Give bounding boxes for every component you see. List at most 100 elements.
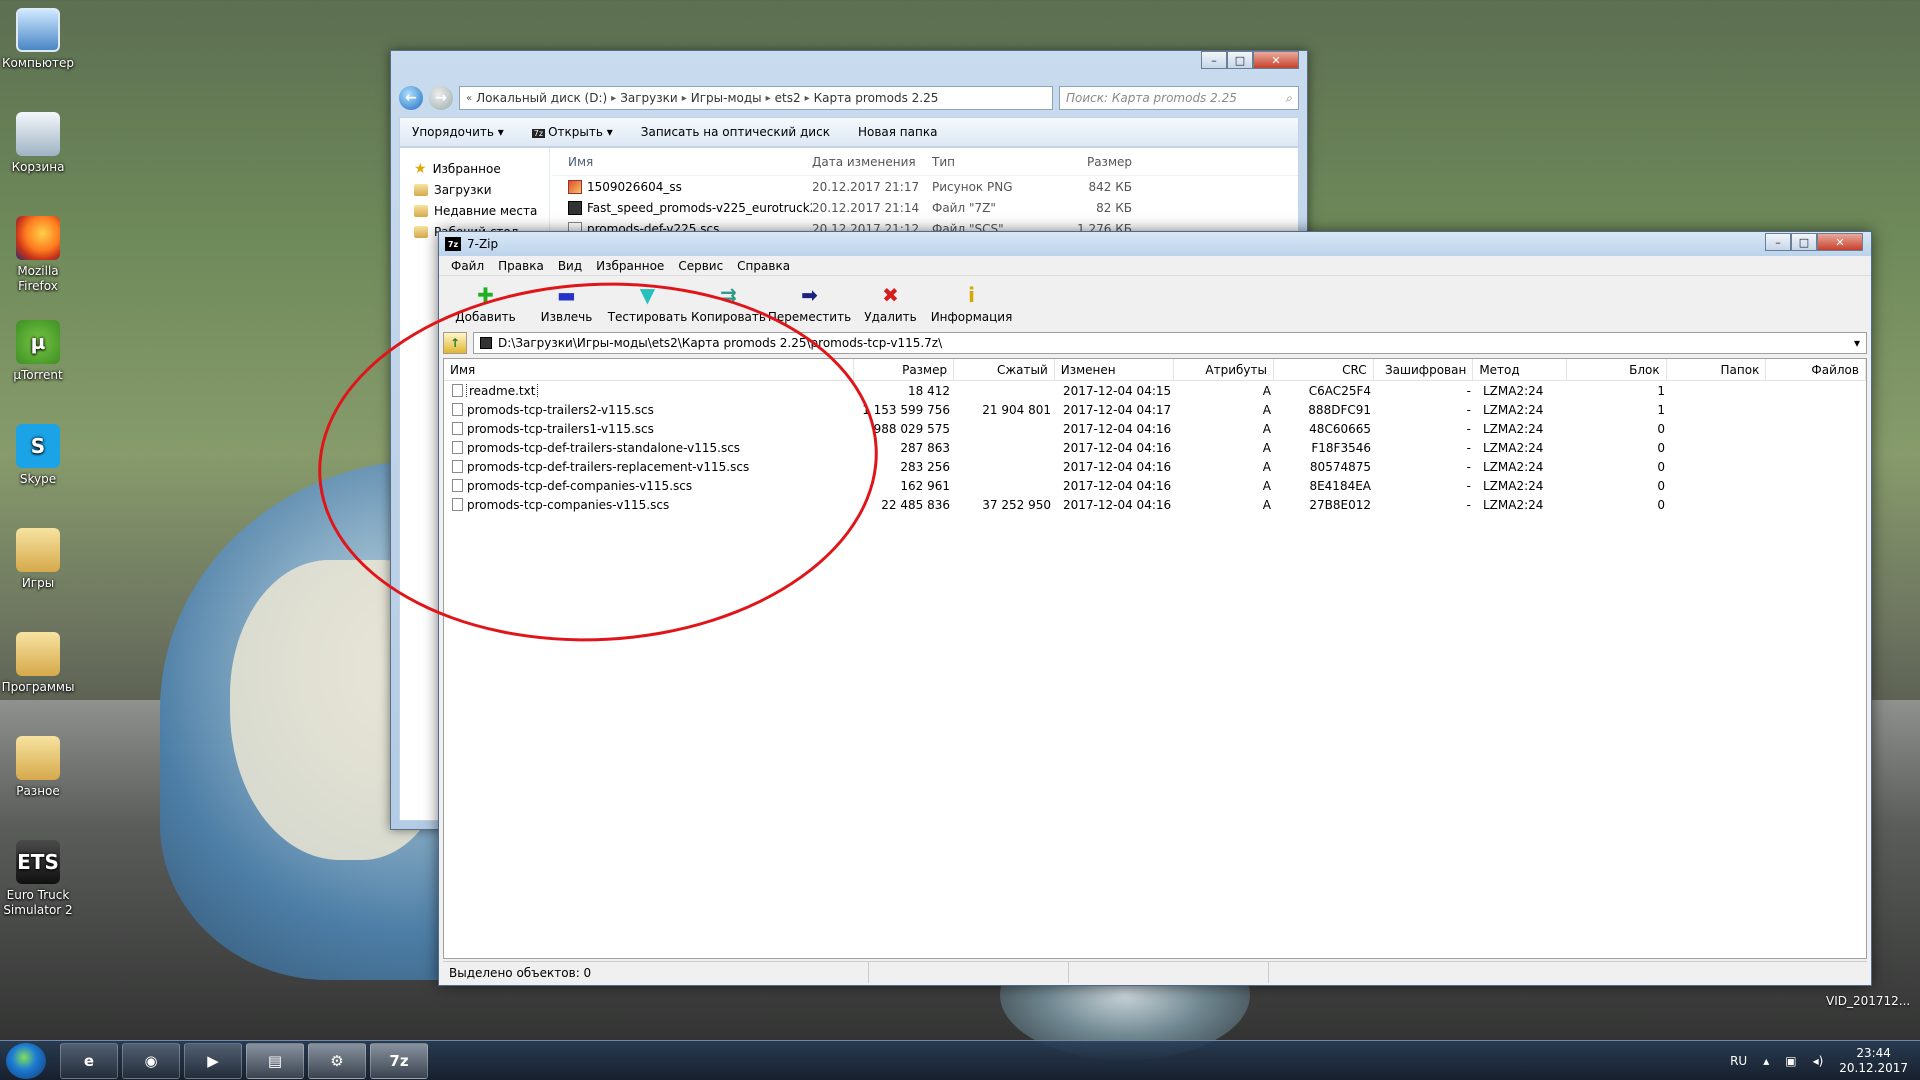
menu-item[interactable]: Сервис [678,259,723,273]
new-folder-button[interactable]: Новая папка [858,125,937,139]
desktop-icon[interactable]: Компьютер [0,8,76,71]
document-icon [452,384,463,397]
minimize-button[interactable]: – [1765,233,1791,251]
maximize-button[interactable]: □ [1227,51,1253,69]
menu-item[interactable]: Вид [558,259,582,273]
toolbar-button[interactable]: ▬ Извлечь [526,283,607,328]
archive-enc: - [1466,440,1471,455]
desktop-video-file-label[interactable]: VID_201712... [1826,994,1910,1008]
archive-name-cell: promods-tcp-trailers2-v115.scs [444,403,856,417]
network-icon[interactable]: ▣ [1785,1054,1796,1068]
toolbar-button[interactable]: ▼ Тестировать [607,283,688,328]
column-type[interactable]: Тип [932,155,1052,169]
desktop-icon[interactable]: Программы [0,632,76,695]
language-indicator[interactable]: RU [1730,1054,1747,1068]
archive-modified: 2017-12-04 04:16 [1063,459,1172,474]
volume-icon[interactable]: ◂) [1813,1054,1824,1068]
sidebar-item[interactable]: Загрузки [414,179,549,200]
menu-item[interactable]: Правка [498,259,544,273]
breadcrumb-item[interactable]: ets2 [775,91,801,105]
open-button[interactable]: 7z Открыть ▾ [531,125,613,139]
column-header[interactable]: Зашифрован [1374,359,1474,380]
taskbar-button[interactable]: e [60,1043,118,1079]
column-header[interactable]: Блок [1567,359,1667,380]
file-row[interactable]: Fast_speed_promods-v225_eurotruck2-m...2… [552,197,1298,218]
column-header[interactable]: CRC [1274,359,1374,380]
archive-name-cell: promods-tcp-trailers1-v115.scs [444,422,856,436]
breadcrumb-item[interactable]: Карта promods 2.25 [814,91,939,105]
address-bar[interactable]: «Локальный диск (D:) ▸ Загрузки ▸ Игры-моды ▸… [459,86,1053,110]
column-header[interactable]: Папок [1667,359,1767,380]
archive-size: 283 256 [900,459,950,474]
forward-button[interactable]: → [429,86,453,110]
column-header[interactable]: Имя [444,359,855,380]
column-header[interactable]: Размер [854,359,955,380]
taskbar-button[interactable]: ◉ [122,1043,180,1079]
clock[interactable]: 23:44 20.12.2017 [1839,1046,1908,1076]
sidebar-item[interactable]: Недавние места [414,200,549,221]
desktop-icon[interactable]: S Skype [0,424,76,487]
show-hidden-icons-icon[interactable]: ▴ [1763,1054,1769,1068]
organize-button[interactable]: Упорядочить ▾ [412,125,504,139]
breadcrumb-item[interactable]: Игры-моды [691,91,762,105]
desktop-icon[interactable]: Разное [0,736,76,799]
7zip-window[interactable]: 7z 7-Zip – □ ✕ Файл Правка Вид Избранное Сер… [438,231,1872,986]
toolbar-button[interactable]: ⇉ Копировать [688,283,769,328]
archive-row[interactable]: promods-tcp-companies-v115.scs 22 485 836… [444,495,1866,514]
burn-button[interactable]: Записать на оптический диск [641,125,830,139]
maximize-button[interactable]: □ [1791,233,1817,251]
menu-item[interactable]: Файл [451,259,484,273]
path-field[interactable]: D:\Загрузки\Игры-моды\ets2\Карта promods… [473,332,1867,354]
sidebar-item[interactable]: ★ Избранное [414,158,549,179]
column-name[interactable]: Имя [552,155,812,169]
chevron-down-icon[interactable]: ▾ [1854,336,1860,350]
toolbar-button[interactable]: ➡ Переместить [768,283,851,328]
archive-row[interactable]: promods-tcp-def-trailers-replacement-v11… [444,457,1866,476]
column-header[interactable]: Метод [1473,359,1567,380]
folder-icon [414,204,428,217]
search-box[interactable]: Поиск: Карта promods 2.25 ⌕ [1059,86,1299,110]
back-button[interactable]: ← [399,86,423,110]
column-header[interactable]: Атрибуты [1174,359,1274,380]
desktop-icon[interactable]: Игры [0,528,76,591]
archive-row[interactable]: promods-tcp-def-companies-v115.scs 162 96… [444,476,1866,495]
file-row[interactable]: 1509026604_ss 20.12.2017 21:17 Рисунок PNG… [552,176,1298,197]
menu-item[interactable]: Справка [737,259,790,273]
taskbar-button[interactable]: ⚙ [308,1043,366,1079]
close-button[interactable]: ✕ [1817,233,1863,251]
folder-icon [414,183,428,196]
archive-row[interactable]: promods-tcp-def-trailers-standalone-v115… [444,438,1866,457]
taskbar-button[interactable]: 7z [370,1043,428,1079]
desktop-icon-label: Программы [1,680,75,694]
column-header[interactable]: Сжатый [954,359,1055,380]
desktop-icon[interactable]: ETS Euro Truck Simulator 2 [0,840,76,918]
folder-up-icon[interactable]: ↑ [443,332,467,354]
7zip-small-icon: 7z [531,129,546,138]
toolbar-button[interactable]: ✚ Добавить [445,283,526,328]
archive-enc: - [1466,478,1471,493]
column-date[interactable]: Дата изменения [812,155,932,169]
archive-block: 0 [1657,497,1665,512]
steam-icon: ⚙ [330,1052,344,1070]
archive-row[interactable]: promods-tcp-trailers2-v115.scs 1 153 599 … [444,400,1866,419]
toolbar-button[interactable]: i Информация [931,283,1013,328]
column-header[interactable]: Файлов [1766,359,1866,380]
breadcrumb-item[interactable]: Локальный диск (D:) [476,91,607,105]
folder-icon [16,632,60,676]
minimize-button[interactable]: – [1201,51,1227,69]
start-button[interactable] [6,1043,46,1079]
breadcrumb-item[interactable]: Загрузки [620,91,678,105]
desktop-icon[interactable]: µ µTorrent [0,320,76,383]
column-header[interactable]: Изменен [1055,359,1175,380]
archive-attr: A [1262,440,1271,455]
taskbar-button[interactable]: ▶ [184,1043,242,1079]
close-button[interactable]: ✕ [1253,51,1299,69]
desktop-icon[interactable]: Корзина [0,112,76,175]
menu-item[interactable]: Избранное [596,259,664,273]
desktop-icon[interactable]: Mozilla Firefox [0,216,76,294]
archive-row[interactable]: promods-tcp-trailers1-v115.scs 988 029 57… [444,419,1866,438]
archive-row[interactable]: readme.txt 18 412 2017-12-04 04:15 A C6AC25F… [444,381,1866,400]
column-size[interactable]: Размер [1052,155,1132,169]
toolbar-button[interactable]: ✖ Удалить [850,283,931,328]
taskbar-button[interactable]: ▤ [246,1043,304,1079]
